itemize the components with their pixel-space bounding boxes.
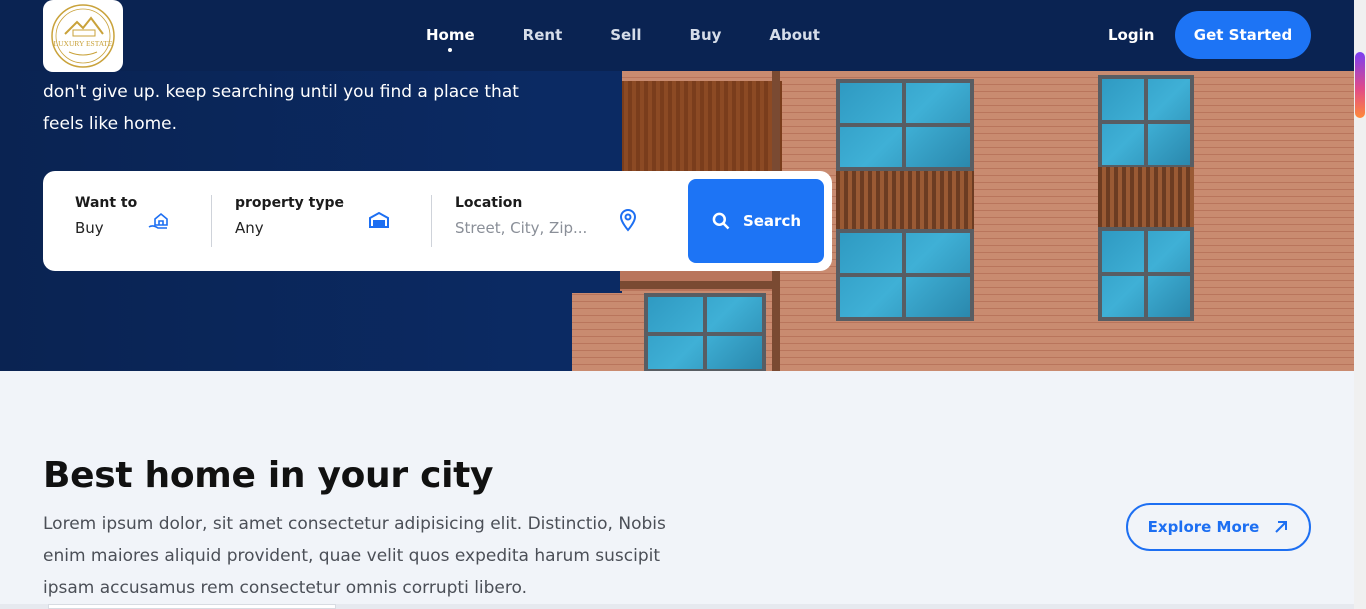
scrollbar-thumb[interactable] (1355, 52, 1365, 118)
property-card (48, 604, 336, 609)
map-pin-icon (619, 209, 637, 232)
logo[interactable]: LUXURY ESTATE (43, 0, 123, 72)
house-icon (369, 211, 389, 228)
nav-link-rent[interactable]: Rent (523, 26, 563, 44)
nav-link-home[interactable]: Home (426, 26, 475, 44)
search-button[interactable]: Search (688, 179, 824, 263)
hand-house-icon (148, 212, 168, 229)
search-icon (712, 212, 730, 230)
field-divider (211, 195, 212, 247)
building-window (1098, 227, 1194, 321)
get-started-button[interactable]: Get Started (1175, 11, 1311, 59)
property-search-bar: Want to Buy property type Any Location S… (43, 171, 832, 271)
location-field[interactable]: Location Street, City, Zip... (455, 195, 615, 237)
field-divider (431, 195, 432, 247)
building-window (1098, 75, 1194, 169)
search-button-label: Search (742, 212, 802, 230)
building-slats (1098, 167, 1194, 227)
explore-more-button[interactable]: Explore More (1126, 503, 1311, 551)
next-section-peek (0, 604, 1354, 609)
nav-links: Home Rent Sell Buy About (426, 26, 820, 44)
nav-link-sell[interactable]: Sell (610, 26, 641, 44)
section-title: Best home in your city (43, 455, 494, 496)
page-scrollbar[interactable] (1354, 0, 1366, 609)
property-type-label: property type (235, 195, 344, 211)
nav-link-buy[interactable]: Buy (690, 26, 722, 44)
building-window (836, 79, 974, 171)
location-label: Location (455, 195, 523, 211)
property-type-field[interactable]: property type Any (235, 195, 385, 237)
property-type-value: Any (235, 219, 264, 237)
explore-more-label: Explore More (1147, 518, 1260, 536)
top-navbar: LUXURY ESTATE Home Rent Sell Buy About L… (0, 0, 1354, 72)
svg-text:LUXURY ESTATE: LUXURY ESTATE (54, 39, 113, 48)
hero-tagline: don't give up. keep searching until you … (43, 82, 519, 134)
nav-link-about[interactable]: About (769, 26, 820, 44)
building-window (836, 229, 974, 321)
location-input[interactable]: Street, City, Zip... (455, 219, 615, 237)
section-description: Lorem ipsum dolor, sit amet consectetur … (43, 514, 666, 598)
login-link[interactable]: Login (1108, 26, 1154, 44)
building-ledge (620, 281, 780, 289)
luxury-estate-logo-icon: LUXURY ESTATE (51, 4, 115, 68)
arrow-up-right-icon (1275, 521, 1288, 533)
building-slats (836, 171, 974, 229)
building-window (644, 293, 766, 371)
